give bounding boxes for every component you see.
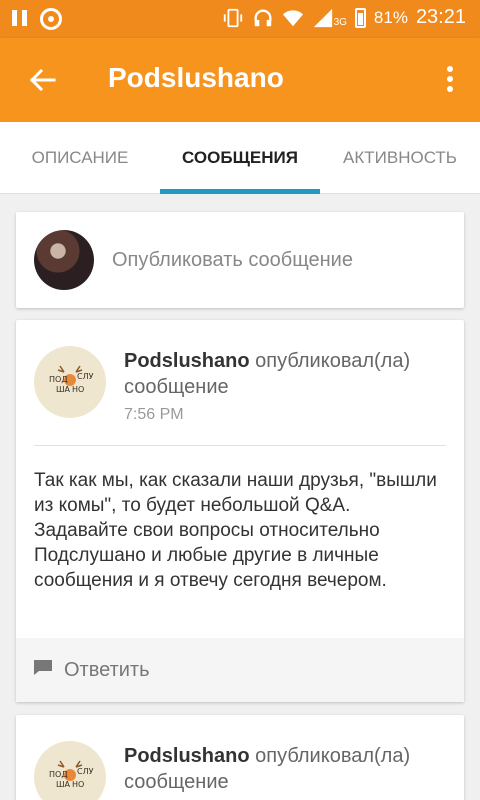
podslushano-logo-icon: ПОД СЛУ ША НО xyxy=(49,760,94,789)
more-vert-icon[interactable] xyxy=(444,66,456,94)
divider xyxy=(34,445,446,446)
post-header: Podslushano опубликовал(ла) сообщение xyxy=(124,743,444,795)
tab-activity[interactable]: АКТИВНОСТЬ xyxy=(320,122,480,194)
svg-text:ПОД: ПОД xyxy=(49,770,68,779)
comment-icon xyxy=(34,660,52,675)
clock: 23:21 xyxy=(415,6,466,28)
network-type: 3G xyxy=(333,17,347,28)
avatar xyxy=(34,230,94,290)
tab-messages[interactable]: СООБЩЕНИЯ xyxy=(160,122,320,194)
reply-button[interactable]: Ответить xyxy=(16,638,464,702)
tab-bar: ОПИСАНИЕ СООБЩЕНИЯ АКТИВНОСТЬ xyxy=(0,122,480,194)
compose-card[interactable]: Опубликовать сообщение xyxy=(16,212,464,308)
tab-description[interactable]: ОПИСАНИЕ xyxy=(0,122,160,194)
back-arrow-icon[interactable] xyxy=(26,64,58,96)
svg-text:ПОД: ПОД xyxy=(49,375,68,384)
status-bar: 3G 81% 23:21 xyxy=(0,0,480,38)
svg-text:ША: ША xyxy=(56,385,71,394)
signal-icon xyxy=(313,8,332,27)
post-body: Так как мы, как сказали наши друзья, "вы… xyxy=(34,470,437,591)
post-card: ПОД СЛУ ША НО Podslushano опубликовал(ла… xyxy=(16,320,464,702)
music-disc-icon xyxy=(40,8,62,30)
compose-placeholder[interactable]: Опубликовать сообщение xyxy=(112,249,353,272)
svg-text:ША: ША xyxy=(56,780,71,789)
author-name[interactable]: Podslushano xyxy=(124,350,250,372)
battery-percent: 81% xyxy=(373,7,408,27)
svg-text:СЛУ: СЛУ xyxy=(77,767,94,776)
active-tab-indicator xyxy=(160,189,320,194)
author-name[interactable]: Podslushano xyxy=(124,745,250,767)
pause-icon xyxy=(12,10,30,28)
svg-text:СЛУ: СЛУ xyxy=(77,372,94,381)
podslushano-logo-icon: ПОД СЛУ ША НО xyxy=(49,365,94,394)
page-title: Podslushano xyxy=(108,62,284,93)
vibrate-icon xyxy=(223,8,242,27)
svg-text:НО: НО xyxy=(72,780,84,789)
svg-text:НО: НО xyxy=(72,385,84,394)
post-card: ПОД СЛУ ША НО Podslushano опубликовал(ла… xyxy=(16,715,464,800)
post-header: Podslushano опубликовал(ла) сообщение xyxy=(124,348,444,400)
avatar[interactable]: ПОД СЛУ ША НО xyxy=(34,346,106,418)
wifi-icon xyxy=(282,9,303,26)
reply-label: Ответить xyxy=(64,659,150,681)
headset-icon xyxy=(254,9,272,26)
app-bar: Podslushano xyxy=(0,38,480,122)
post-time: 7:56 PM xyxy=(124,406,184,423)
avatar[interactable]: ПОД СЛУ ША НО xyxy=(34,741,106,800)
battery-icon xyxy=(354,7,366,28)
